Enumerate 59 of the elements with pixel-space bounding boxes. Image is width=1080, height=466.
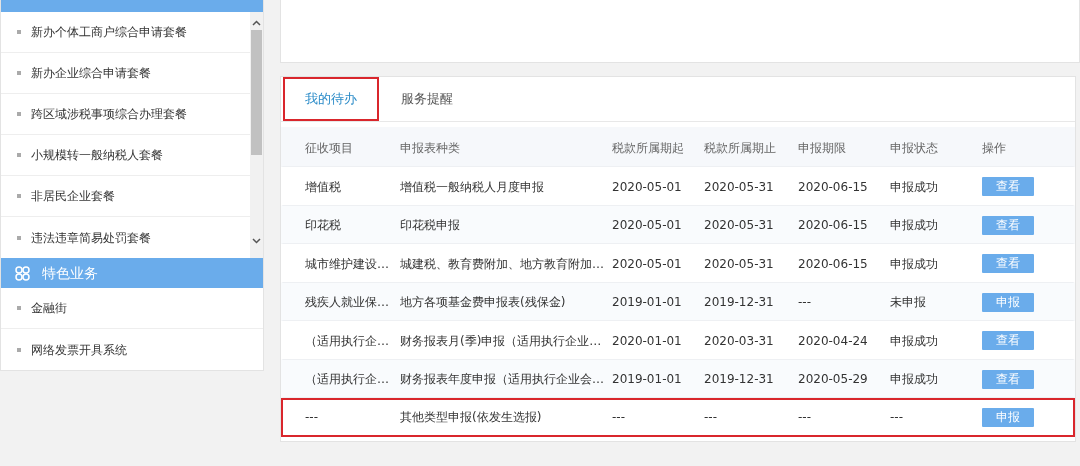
table-cell: 其他类型申报(依发生选报)	[400, 410, 542, 425]
grid-icon	[15, 265, 30, 281]
table-cell: 2020-04-24	[798, 333, 868, 348]
table-cell: 地方各项基金费申报表(残保金)	[400, 295, 566, 310]
table-cell: 财务报表年度申报（适用执行企业会…	[400, 372, 604, 387]
table-cell: 2020-05-31	[704, 179, 774, 194]
column-header: 操作	[982, 139, 1006, 157]
table-cell: 2020-03-31	[704, 333, 774, 348]
table-cell: ---	[612, 410, 625, 425]
table-cell: 城建税、教育费附加、地方教育附加…	[400, 256, 604, 271]
table-cell: 未申报	[890, 295, 926, 310]
table-cell: 增值税一般纳税人月度申报	[400, 179, 544, 194]
table-cell: 2020-05-01	[612, 218, 682, 233]
table-cell: 2020-06-15	[798, 179, 868, 194]
sidebar-item[interactable]: 违法违章简易处罚套餐	[1, 217, 250, 258]
table-cell: 增值税	[305, 179, 341, 194]
table-cell: 城市维护建设…	[305, 256, 389, 271]
table-cell: 2020-05-31	[704, 218, 774, 233]
table-cell: 2020-06-15	[798, 218, 868, 233]
table-cell: 2019-12-31	[704, 372, 774, 387]
table-cell: 申报成功	[890, 179, 938, 194]
scrollbar[interactable]	[250, 12, 263, 258]
chevron-down-icon[interactable]	[252, 238, 261, 244]
table-cell: 残疾人就业保…	[305, 295, 389, 310]
table-cell: ---	[305, 410, 318, 425]
table-cell: （适用执行企…	[305, 333, 389, 348]
table-cell: 申报成功	[890, 333, 938, 348]
table-cell: 印花税	[305, 218, 341, 233]
column-header: 税款所属期止	[704, 139, 777, 157]
table-cell: 2020-01-01	[612, 333, 682, 348]
table-cell: 申报成功	[890, 256, 938, 271]
tab[interactable]: 我的待办	[283, 77, 379, 121]
table-cell: 2019-01-01	[612, 372, 682, 387]
chevron-up-icon[interactable]	[252, 20, 261, 26]
table-cell: 印花税申报	[400, 218, 460, 233]
table-cell: 2019-01-01	[612, 295, 682, 310]
table-cell: 申报成功	[890, 372, 938, 387]
table-cell: 2020-06-15	[798, 256, 868, 271]
tab[interactable]: 服务提醒	[379, 77, 475, 121]
column-header: 税款所属期起	[612, 139, 685, 157]
sidebar-item[interactable]: 金融街	[1, 288, 263, 329]
table-cell: 申报成功	[890, 218, 938, 233]
column-header: 申报表种类	[400, 139, 461, 157]
table-cell: 2020-05-31	[704, 256, 774, 271]
table-cell: ---	[890, 410, 903, 425]
column-header: 申报期限	[798, 139, 847, 157]
sidebar-item[interactable]: 网络发票开具系统	[1, 329, 263, 370]
table-cell: 2020-05-01	[612, 179, 682, 194]
table-cell: （适用执行企…	[305, 372, 389, 387]
table-cell: ---	[704, 410, 717, 425]
table-cell: ---	[798, 295, 811, 310]
table-cell: ---	[798, 410, 811, 425]
column-header: 征收项目	[304, 139, 354, 157]
table-cell: 财务报表月(季)申报（适用执行企业…	[400, 333, 602, 348]
table-cell: 2020-05-29	[798, 372, 868, 387]
column-header: 申报状态	[890, 139, 939, 157]
table-cell: 2020-05-01	[612, 256, 682, 271]
section-title: 特色业务	[42, 263, 98, 283]
table-cell: 2019-12-31	[704, 295, 774, 310]
